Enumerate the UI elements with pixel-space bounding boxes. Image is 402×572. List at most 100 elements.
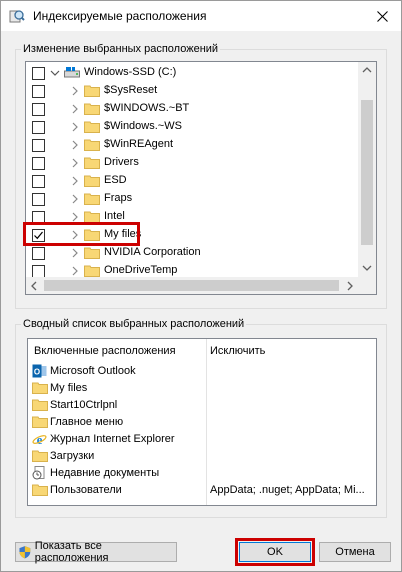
tree-item[interactable]: Drivers xyxy=(26,154,359,172)
scroll-right-icon[interactable] xyxy=(347,281,353,291)
summary-list[interactable]: Включенные расположения Исключить O Micro… xyxy=(27,338,377,506)
tree-item-label: NVIDIA Corporation xyxy=(104,246,201,258)
col-included-header[interactable]: Включенные расположения xyxy=(34,345,176,357)
checkbox[interactable] xyxy=(32,247,45,260)
h-scroll-thumb[interactable] xyxy=(44,280,339,291)
indexed-locations-dialog: Индексируемые расположения Изменение выб… xyxy=(0,0,402,572)
summary-location-label: Главное меню xyxy=(50,416,124,428)
recent-docs-icon xyxy=(32,466,47,480)
chevron-right-icon[interactable] xyxy=(70,247,80,259)
summary-row[interactable]: My files xyxy=(32,380,372,397)
summary-row[interactable]: Пользователи AppData; .nuget; AppData; Mi… xyxy=(32,482,372,499)
folder-icon xyxy=(32,381,48,395)
tree-item[interactable]: $WINDOWS.~BT xyxy=(26,100,359,118)
chevron-down-icon[interactable] xyxy=(50,67,60,79)
tree-item[interactable]: Windows-SSD (C:) xyxy=(26,64,359,82)
location-tree[interactable]: Windows-SSD (C:) $SysReset $WINDOWS.~BT $Wi… xyxy=(25,61,377,295)
ok-button[interactable]: OK xyxy=(239,542,311,562)
folder-icon xyxy=(84,138,100,151)
checkbox[interactable] xyxy=(32,157,45,170)
svg-text:O: O xyxy=(34,368,40,377)
chevron-right-icon[interactable] xyxy=(70,193,80,205)
uac-shield-icon xyxy=(19,546,31,559)
ok-label: OK xyxy=(267,546,283,558)
tree-item[interactable]: ESD xyxy=(26,172,359,190)
chevron-right-icon[interactable] xyxy=(70,121,80,133)
summary-row[interactable]: Главное меню xyxy=(32,414,372,431)
tree-item-label: Windows-SSD (C:) xyxy=(84,66,177,78)
ie-icon: e xyxy=(32,432,47,447)
tree-item-label: $WinREAgent xyxy=(104,138,174,150)
folder-icon xyxy=(84,174,100,187)
summary-location-label: Загрузки xyxy=(50,450,95,462)
scroll-up-icon[interactable] xyxy=(362,67,372,73)
tree-item-label: Drivers xyxy=(104,156,139,168)
checkbox[interactable] xyxy=(32,67,45,80)
summary-location-label: Недавние документы xyxy=(50,467,160,479)
col-exclude-header[interactable]: Исключить xyxy=(210,345,265,357)
svg-text:e: e xyxy=(37,432,43,446)
folder-icon xyxy=(84,84,100,97)
show-all-label: Показать все расположения xyxy=(34,540,109,564)
summary-location-label: Start10Ctrlpnl xyxy=(50,399,118,411)
scroll-thumb[interactable] xyxy=(361,100,373,245)
folder-icon xyxy=(32,483,48,497)
folder-icon xyxy=(84,246,100,259)
tree-item[interactable]: Fraps xyxy=(26,190,359,208)
tree-item-label: OneDriveTemp xyxy=(104,264,178,276)
checkbox[interactable] xyxy=(32,103,45,116)
summary-row[interactable]: Недавние документы xyxy=(32,465,372,482)
tree-item-label: $Windows.~WS xyxy=(104,120,182,132)
chevron-right-icon[interactable] xyxy=(70,85,80,97)
cancel-label: Отмена xyxy=(335,546,375,558)
outlook-icon: O xyxy=(32,364,47,378)
summary-location-label: My files xyxy=(50,382,88,394)
summary-row[interactable]: O Microsoft Outlook xyxy=(32,363,372,380)
summary-label: Сводный список выбранных расположений xyxy=(21,318,247,330)
tree-item-label: $SysReset xyxy=(104,84,158,96)
summary-location-label: Microsoft Outlook xyxy=(50,365,136,377)
tree-item[interactable]: $SysReset xyxy=(26,82,359,100)
search-index-icon xyxy=(9,10,25,23)
tree-item-label: $WINDOWS.~BT xyxy=(104,102,190,114)
folder-icon xyxy=(84,264,100,277)
tree-item[interactable]: NVIDIA Corporation xyxy=(26,244,359,262)
checkbox[interactable] xyxy=(32,121,45,134)
summary-row[interactable]: e Журнал Internet Explorer xyxy=(32,431,372,448)
drive-icon xyxy=(64,66,80,79)
tree-horizontal-scrollbar[interactable] xyxy=(26,277,358,294)
my-files-highlight xyxy=(23,222,140,246)
summary-exclude-value: AppData; .nuget; AppData; Mi... xyxy=(210,484,365,496)
chevron-right-icon[interactable] xyxy=(70,175,80,187)
tree-item-label: Intel xyxy=(104,210,125,222)
close-icon xyxy=(376,10,388,22)
tree-item[interactable]: $WinREAgent xyxy=(26,136,359,154)
close-button[interactable] xyxy=(369,5,395,27)
chevron-right-icon[interactable] xyxy=(70,157,80,169)
checkbox[interactable] xyxy=(32,193,45,206)
scroll-corner xyxy=(358,277,376,294)
folder-icon xyxy=(32,415,48,429)
folder-icon xyxy=(32,398,48,412)
checkbox[interactable] xyxy=(32,85,45,98)
scroll-left-icon[interactable] xyxy=(31,281,37,291)
summary-row[interactable]: Загрузки xyxy=(32,448,372,465)
summary-location-label: Журнал Internet Explorer xyxy=(50,433,175,445)
change-locations-label: Изменение выбранных расположений xyxy=(21,43,221,55)
folder-icon xyxy=(32,449,48,463)
folder-icon xyxy=(84,102,100,115)
chevron-right-icon[interactable] xyxy=(70,103,80,115)
summary-row[interactable]: Start10Ctrlpnl xyxy=(32,397,372,414)
tree-vertical-scrollbar[interactable] xyxy=(358,62,376,277)
show-all-locations-button[interactable]: Показать все расположения xyxy=(15,540,177,564)
title-bar: Индексируемые расположения xyxy=(1,1,401,31)
chevron-right-icon[interactable] xyxy=(70,265,80,277)
scroll-down-icon[interactable] xyxy=(362,265,372,271)
tree-item-label: ESD xyxy=(104,174,127,186)
window-title: Индексируемые расположения xyxy=(33,9,207,23)
checkbox[interactable] xyxy=(32,139,45,152)
cancel-button[interactable]: Отмена xyxy=(319,542,391,562)
tree-item[interactable]: $Windows.~WS xyxy=(26,118,359,136)
chevron-right-icon[interactable] xyxy=(70,139,80,151)
checkbox[interactable] xyxy=(32,175,45,188)
